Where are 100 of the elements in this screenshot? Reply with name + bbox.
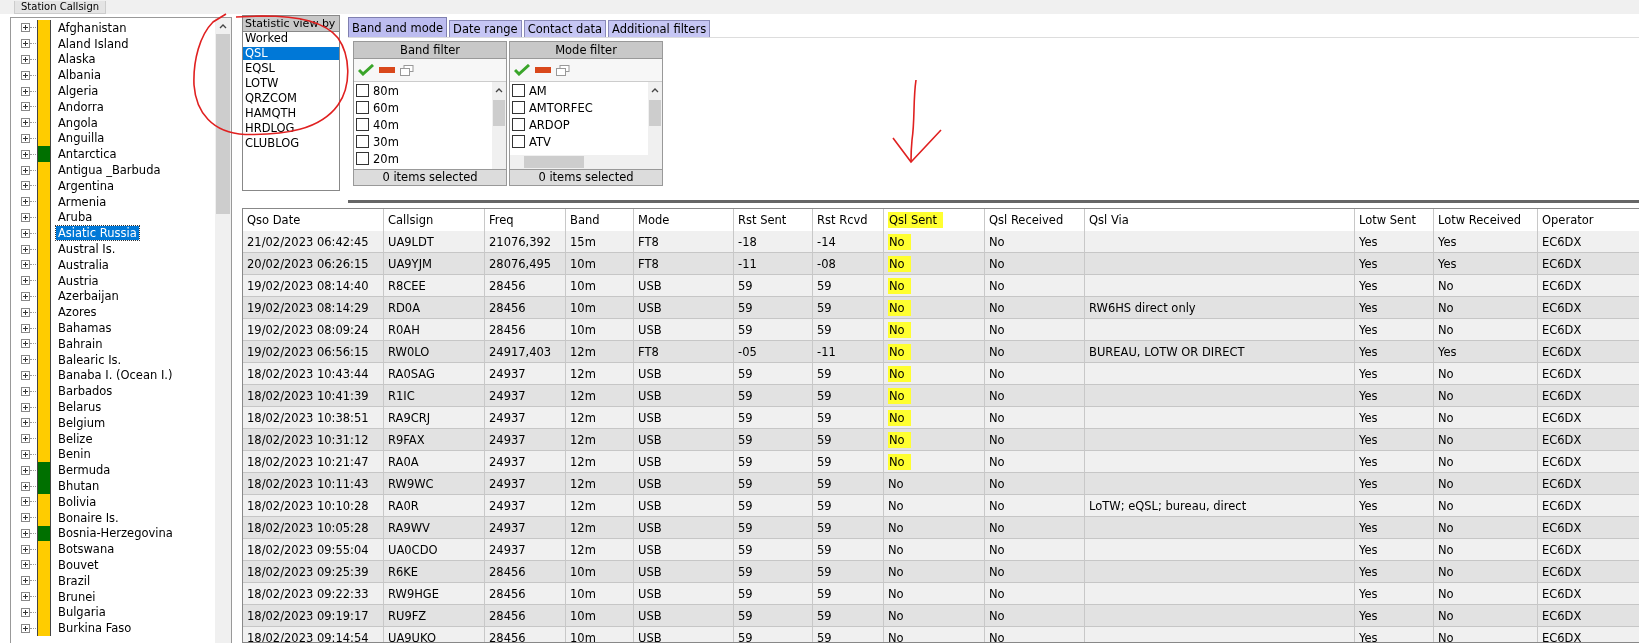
- expand-icon[interactable]: [21, 528, 30, 538]
- expand-icon[interactable]: [21, 370, 30, 380]
- scrollbar[interactable]: [215, 18, 231, 643]
- expand-icon[interactable]: [21, 560, 30, 570]
- check-icon[interactable]: [514, 64, 530, 76]
- expand-icon[interactable]: [21, 592, 30, 602]
- checkbox[interactable]: [356, 152, 369, 165]
- tree-item[interactable]: Bahamas: [56, 321, 114, 336]
- expand-icon[interactable]: [21, 244, 30, 254]
- tab[interactable]: Date range: [449, 20, 522, 37]
- expand-icon[interactable]: [21, 576, 30, 586]
- tree-item[interactable]: Bolivia: [56, 494, 99, 509]
- expand-icon[interactable]: [21, 276, 30, 286]
- tree-item[interactable]: Armenia: [56, 194, 109, 209]
- tree-item[interactable]: Aruba: [56, 210, 95, 225]
- tree-item[interactable]: Bahrain: [56, 336, 105, 351]
- expand-icon[interactable]: [21, 86, 30, 96]
- checkbox[interactable]: [512, 101, 525, 114]
- tab[interactable]: Contact data: [523, 20, 606, 37]
- tree-item[interactable]: Brunei: [56, 589, 98, 604]
- tree-item[interactable]: Azerbaijan: [56, 289, 121, 304]
- tree-item[interactable]: Anguilla: [56, 131, 107, 146]
- tree-item[interactable]: Bonaire Is.: [56, 510, 121, 525]
- checkbox-label[interactable]: 20m: [373, 151, 399, 166]
- expand-icon[interactable]: [21, 118, 30, 128]
- checkbox[interactable]: [512, 135, 525, 148]
- list-item[interactable]: LOTW: [243, 77, 339, 90]
- checkbox[interactable]: [356, 135, 369, 148]
- copy-icon[interactable]: [400, 64, 414, 76]
- scrollbar[interactable]: [492, 82, 506, 169]
- expand-icon[interactable]: [21, 449, 30, 459]
- expand-icon[interactable]: [21, 39, 30, 49]
- checkbox-label[interactable]: AMTORFEC: [529, 100, 593, 115]
- column-header[interactable]: Lotw Sent: [1359, 212, 1416, 228]
- list-item[interactable]: EQSL: [243, 62, 339, 75]
- tree-item[interactable]: Benin: [56, 447, 93, 462]
- column-header[interactable]: Qsl Via: [1089, 212, 1129, 228]
- tree-item[interactable]: Algeria: [56, 84, 101, 99]
- list-item[interactable]: Worked: [243, 32, 339, 45]
- tree-item[interactable]: Bouvet: [56, 558, 101, 572]
- column-header[interactable]: Mode: [638, 212, 670, 228]
- column-header[interactable]: Qsl Sent: [888, 212, 944, 228]
- tree-item[interactable]: Burkina Faso: [56, 621, 134, 636]
- tree-item[interactable]: Belgium: [56, 415, 108, 430]
- tree-item[interactable]: Bosnia-Herzegovina: [56, 526, 175, 541]
- column-header[interactable]: Callsign: [388, 212, 434, 228]
- checkbox-label[interactable]: 30m: [373, 134, 399, 149]
- checkbox-label[interactable]: 60m: [373, 100, 399, 115]
- checkbox-label[interactable]: AM: [529, 83, 547, 98]
- tree-item[interactable]: Austral Is.: [56, 242, 118, 257]
- tree-item[interactable]: Afghanistan: [56, 20, 129, 35]
- expand-icon[interactable]: [21, 307, 30, 317]
- tree-item[interactable]: Austria: [56, 273, 101, 288]
- expand-icon[interactable]: [21, 23, 30, 33]
- tab[interactable]: Additional filters: [608, 20, 711, 37]
- tree-item[interactable]: Bulgaria: [56, 605, 108, 620]
- expand-icon[interactable]: [21, 197, 30, 207]
- checkbox[interactable]: [356, 101, 369, 114]
- tree-item[interactable]: Angola: [56, 115, 100, 130]
- expand-icon[interactable]: [21, 339, 30, 349]
- expand-icon[interactable]: [21, 70, 30, 80]
- tree-item[interactable]: Albania: [56, 68, 103, 83]
- tree-item[interactable]: Asiatic Russia: [56, 226, 139, 241]
- tree-item[interactable]: Bhutan: [56, 479, 102, 493]
- expand-icon[interactable]: [21, 513, 30, 523]
- checkbox[interactable]: [512, 118, 525, 131]
- expand-icon[interactable]: [21, 181, 30, 191]
- list-item[interactable]: HAMQTH: [243, 107, 339, 120]
- tree-item[interactable]: Antarctica: [56, 147, 119, 162]
- tree-item[interactable]: Belarus: [56, 400, 104, 414]
- column-header[interactable]: Lotw Received: [1438, 212, 1522, 228]
- expand-icon[interactable]: [21, 607, 30, 617]
- expand-icon[interactable]: [21, 465, 30, 475]
- list-item[interactable]: HRDLOG: [243, 122, 339, 135]
- tree-item[interactable]: Azores: [56, 305, 99, 320]
- expand-icon[interactable]: [21, 497, 30, 507]
- checkbox-label[interactable]: 80m: [373, 83, 399, 98]
- expand-icon[interactable]: [21, 418, 30, 428]
- expand-icon[interactable]: [21, 228, 30, 238]
- column-header[interactable]: Qsl Received: [989, 212, 1064, 228]
- expand-icon[interactable]: [21, 149, 30, 159]
- tree-item[interactable]: Alaska: [56, 52, 98, 67]
- check-icon[interactable]: [358, 64, 374, 76]
- list-item[interactable]: QSL: [243, 47, 339, 60]
- copy-icon[interactable]: [556, 64, 570, 76]
- expand-icon[interactable]: [21, 55, 30, 64]
- expand-icon[interactable]: [21, 434, 30, 444]
- checkbox-label[interactable]: ARDOP: [529, 117, 570, 132]
- tab[interactable]: Band and mode: [348, 17, 448, 37]
- expand-icon[interactable]: [21, 355, 30, 365]
- column-header[interactable]: Freq: [489, 212, 514, 228]
- column-header[interactable]: Qso Date: [247, 212, 301, 228]
- column-header[interactable]: Rst Rcvd: [817, 212, 868, 228]
- column-header[interactable]: Operator: [1542, 212, 1594, 228]
- expand-icon[interactable]: [21, 623, 30, 633]
- expand-icon[interactable]: [21, 323, 30, 333]
- tree-item[interactable]: Barbados: [56, 384, 115, 399]
- expand-icon[interactable]: [21, 165, 30, 175]
- expand-icon[interactable]: [21, 133, 30, 143]
- checkbox-label[interactable]: 40m: [373, 117, 399, 132]
